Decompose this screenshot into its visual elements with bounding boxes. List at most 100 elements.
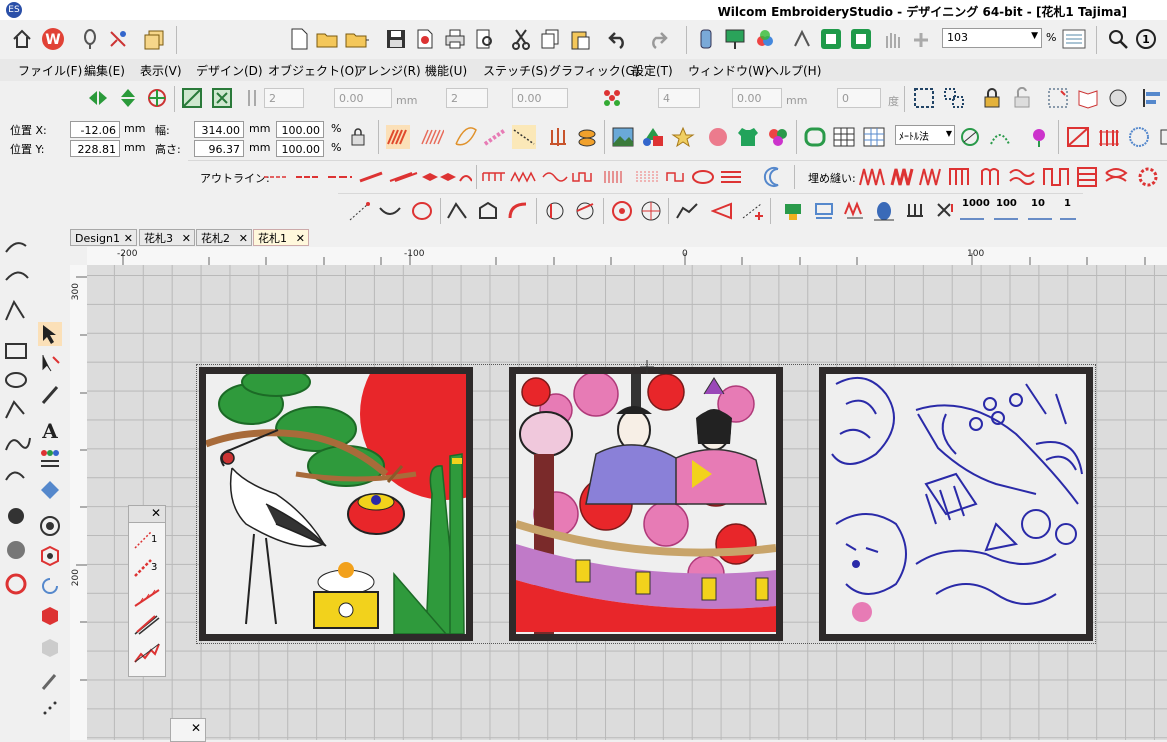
rotate-icon[interactable] — [145, 86, 169, 110]
tab-design1[interactable]: Design1 ✕ — [70, 229, 137, 246]
run-3-option[interactable]: 3 — [133, 556, 161, 578]
flower-grid-icon[interactable] — [600, 86, 624, 110]
transform-icon[interactable] — [210, 86, 234, 110]
needle-icon[interactable] — [903, 199, 927, 223]
cross-stitch-icon[interactable] — [1097, 125, 1121, 149]
stitch-angle-icon[interactable] — [675, 199, 699, 223]
radial-icon[interactable] — [610, 199, 634, 223]
outline-frame-icon[interactable] — [803, 125, 827, 149]
object-list-icon[interactable] — [1062, 27, 1086, 51]
motif-stitch-icon[interactable] — [483, 125, 507, 149]
circle-target-icon[interactable] — [38, 514, 62, 538]
flower-tool-icon[interactable] — [1027, 125, 1051, 149]
color-blend-icon[interactable] — [753, 27, 777, 51]
pen-tool-icon[interactable] — [38, 382, 62, 406]
menu-file[interactable]: ファイル(F) — [18, 62, 82, 79]
tab-hanafuda2[interactable]: 花札2 ✕ — [196, 229, 252, 246]
stitch-player-icon[interactable] — [694, 27, 718, 51]
knife-icon[interactable] — [543, 199, 567, 223]
spin-field-4[interactable]: 0.00 — [512, 88, 568, 108]
paste-icon[interactable] — [568, 27, 592, 51]
horizontal-ruler[interactable]: -200 -100 0 100 — [87, 247, 1167, 266]
more-icon[interactable] — [1160, 27, 1167, 51]
outline-effects[interactable] — [481, 167, 751, 187]
spiral-tool-icon[interactable] — [4, 462, 28, 486]
branch-icon[interactable] — [711, 199, 735, 223]
menu-design[interactable]: デザイン(D) — [196, 62, 263, 79]
copy-icon[interactable] — [538, 27, 562, 51]
add-point-icon[interactable] — [741, 199, 765, 223]
menu-stitch[interactable]: ステッチ(S) — [483, 62, 548, 79]
arc-icon[interactable] — [988, 125, 1012, 149]
reshape-arrow-icon[interactable] — [38, 352, 62, 376]
skew-icon[interactable] — [180, 86, 204, 110]
fish-icon[interactable] — [576, 125, 600, 149]
undo-icon[interactable] — [606, 27, 630, 51]
outline-styles[interactable] — [262, 169, 473, 185]
center-crosshair-icon[interactable] — [640, 360, 654, 374]
open-recent-icon[interactable] — [345, 27, 369, 51]
tab-hanafuda3[interactable]: 花札3 ✕ — [139, 229, 195, 246]
pos-x-field[interactable]: -12.06 — [70, 121, 120, 138]
monogram-icon[interactable] — [38, 478, 62, 502]
print-icon[interactable] — [443, 27, 467, 51]
spacing-icon[interactable] — [240, 86, 264, 110]
stitch-count-10[interactable]: 10 — [1031, 198, 1045, 209]
menu-graphic[interactable]: グラフィック(G) — [549, 62, 639, 79]
stitch-count-100[interactable]: 100 — [996, 198, 1017, 209]
color-dots-icon[interactable] — [766, 125, 790, 149]
run-stitch-icon[interactable] — [512, 125, 536, 149]
trim-icon[interactable] — [573, 199, 597, 223]
zigzag-option[interactable] — [133, 642, 161, 664]
trident-icon[interactable] — [546, 125, 570, 149]
zoom-combobox[interactable]: 103 ▼ — [942, 28, 1042, 48]
lock-icon[interactable] — [980, 86, 1004, 110]
text-tool-icon[interactable]: A — [38, 418, 62, 442]
curve-edit-icon[interactable] — [506, 199, 530, 223]
zoom-icon[interactable] — [1106, 27, 1130, 51]
save-icon[interactable] — [384, 27, 408, 51]
circle-red-tool-icon[interactable] — [4, 572, 28, 596]
swirl-icon[interactable] — [38, 574, 62, 598]
node-edit-icon[interactable] — [446, 199, 470, 223]
book-icon[interactable] — [1076, 86, 1100, 110]
crescent-icon[interactable] — [762, 165, 786, 189]
close-icon[interactable]: ✕ — [191, 721, 201, 735]
globe-icon[interactable] — [1106, 86, 1130, 110]
home-icon[interactable] — [10, 27, 34, 51]
brush-icon[interactable] — [38, 668, 62, 692]
group-icon[interactable] — [912, 86, 936, 110]
mirror-vertical-icon[interactable] — [116, 86, 140, 110]
monogram-tool-icon[interactable] — [4, 538, 28, 562]
backstitch-option[interactable] — [133, 586, 161, 608]
stitch-step-arrows[interactable] — [958, 214, 1078, 224]
menu-window[interactable]: ウィンドウ(W) — [688, 62, 769, 79]
tatami-stitch-icon[interactable] — [420, 125, 444, 149]
menu-help[interactable]: ヘルプ(H) — [767, 62, 821, 79]
send-to-machine-icon[interactable] — [723, 27, 747, 51]
shirt-icon[interactable] — [736, 125, 760, 149]
ruler-corner[interactable] — [70, 247, 87, 265]
arc-edit-icon[interactable] — [378, 199, 402, 223]
hexagon-icon[interactable] — [38, 604, 62, 628]
green-square-2-icon[interactable] — [849, 27, 873, 51]
measurement-select[interactable]: ﾒｰﾄﾙ法 ▼ — [895, 125, 955, 145]
machine-tool-icon[interactable] — [4, 504, 28, 528]
redo-icon[interactable] — [646, 27, 670, 51]
menu-edit[interactable]: 編集(E) — [84, 62, 125, 79]
freehand-tool-icon[interactable] — [4, 240, 28, 264]
more-right-icon[interactable] — [1154, 125, 1167, 149]
hand-icon[interactable] — [880, 27, 904, 51]
hanafuda-card-hina[interactable] — [509, 367, 783, 641]
stitch-count-1[interactable]: 1 — [1064, 198, 1071, 209]
mirror-horizontal-icon[interactable] — [86, 86, 110, 110]
zoom-1to1-icon[interactable]: 1 — [1134, 27, 1158, 51]
align-icon[interactable] — [1140, 86, 1164, 110]
grid-icon[interactable] — [832, 125, 856, 149]
menu-arrange[interactable]: アレンジ(R) — [355, 62, 421, 79]
gray-hexagon-icon[interactable] — [38, 636, 62, 660]
scale-height-field[interactable]: 100.00 — [276, 140, 324, 157]
leaf-stitch-icon[interactable] — [454, 125, 478, 149]
menu-function[interactable]: 機能(U) — [425, 62, 467, 79]
shapes-icon[interactable] — [641, 125, 665, 149]
